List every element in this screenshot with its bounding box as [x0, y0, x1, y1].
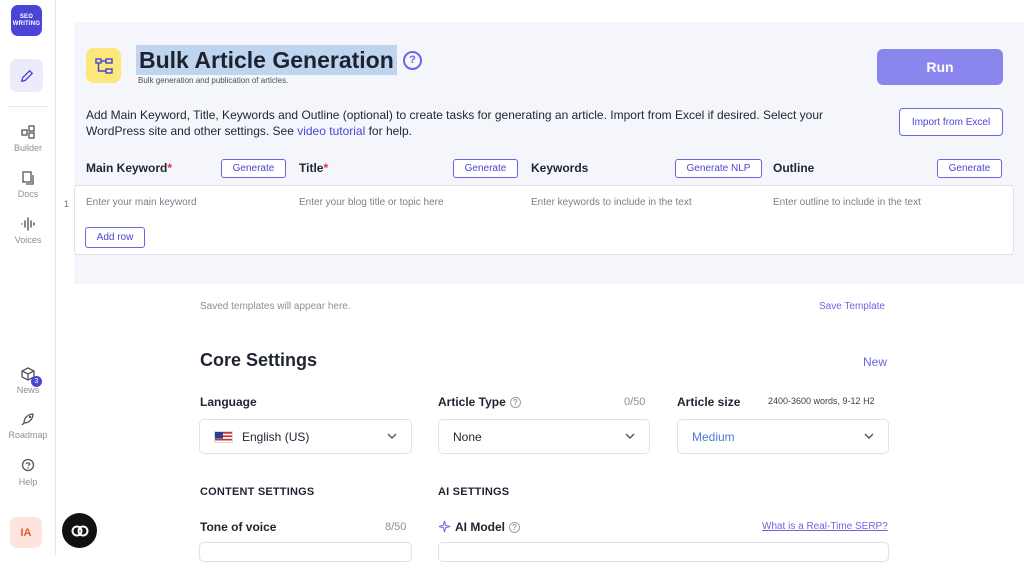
article-size-hint: 2400-3600 words, 9-12 H2 [768, 396, 875, 406]
language-select[interactable]: English (US) [199, 419, 412, 454]
sidebar-item-label: Help [18, 477, 38, 487]
sidebar-item-label: Roadmap [8, 430, 48, 440]
instructions-text: Add Main Keyword, Title, Keywords and Ou… [86, 107, 866, 139]
ai-model-text: AI Model [455, 520, 505, 534]
main-keyword-input[interactable]: Enter your main keyword [86, 197, 197, 208]
content-settings-title: CONTENT SETTINGS [200, 486, 315, 498]
sidebar: SEO WRITING Builder Docs Voices News 3 R… [0, 0, 56, 555]
outline-label: Outline [773, 161, 815, 175]
editor-button[interactable] [10, 59, 43, 92]
article-type-text: Article Type [438, 395, 506, 409]
sidebar-item-docs[interactable]: Docs [0, 170, 56, 199]
language-label: Language [200, 395, 257, 409]
main-keyword-label: Main Keyword* [86, 161, 172, 175]
real-time-serp-link[interactable]: What is a Real-Time SERP? [762, 521, 888, 532]
generate-outline-button[interactable]: Generate [937, 159, 1002, 178]
keywords-label: Keywords [531, 161, 589, 175]
ai-model-select[interactable] [438, 542, 889, 562]
bulk-generation-icon [86, 48, 121, 83]
generate-nlp-button[interactable]: Generate NLP [675, 159, 762, 178]
help-chat-icon [21, 458, 35, 472]
article-type-select[interactable]: None [438, 419, 650, 454]
ai-settings-title: AI SETTINGS [438, 486, 510, 498]
generate-main-keyword-button[interactable]: Generate [221, 159, 286, 178]
sidebar-item-help[interactable]: Help [0, 458, 56, 487]
logo-line-2: WRITING [12, 20, 41, 27]
news-count-badge: 3 [31, 376, 42, 387]
question-icon[interactable]: ? [509, 397, 521, 409]
sparkle-icon [438, 520, 451, 533]
required-marker: * [323, 161, 329, 175]
instructions-after: for help. [365, 124, 412, 138]
help-icon[interactable]: ? [403, 51, 422, 70]
sidebar-item-builder[interactable]: Builder [0, 124, 56, 153]
article-type-label: Article Type? [438, 395, 521, 409]
page-subtitle: Bulk generation and publication of artic… [138, 76, 289, 85]
app-logo[interactable]: SEO WRITING [11, 5, 42, 36]
rocket-icon [21, 413, 34, 426]
title-input[interactable]: Enter your blog title or topic here [299, 197, 444, 208]
save-template-link[interactable]: Save Template [819, 301, 885, 312]
tone-counter: 8/50 [385, 521, 407, 533]
builder-icon [21, 125, 35, 139]
sidebar-item-label: Voices [14, 235, 42, 245]
column-label: Title [299, 161, 324, 175]
article-type-value: None [453, 429, 482, 444]
sidebar-item-voices[interactable]: Voices [0, 216, 56, 245]
outline-input[interactable]: Enter outline to include in the text [773, 197, 921, 208]
import-from-excel-button[interactable]: Import from Excel [899, 108, 1003, 136]
generate-title-button[interactable]: Generate [453, 159, 518, 178]
sidebar-item-label: Docs [17, 189, 39, 199]
title-label: Title* [299, 161, 328, 175]
article-size-select[interactable]: Medium [677, 419, 889, 454]
voices-icon [21, 217, 35, 231]
row-number: 1 [64, 199, 70, 209]
chevron-down-icon [625, 433, 635, 439]
avatar[interactable]: IA [10, 517, 42, 548]
docs-icon [22, 171, 34, 185]
add-row-button[interactable]: Add row [85, 227, 145, 248]
article-size-value: Medium [692, 429, 735, 444]
chevron-down-icon [864, 433, 874, 439]
video-tutorial-link[interactable]: video tutorial [297, 124, 365, 138]
sidebar-item-label: Builder [13, 143, 42, 153]
ai-model-label: AI Model? [438, 520, 520, 534]
language-value: English (US) [242, 429, 310, 444]
run-button[interactable]: Run [877, 49, 1003, 85]
page-title: Bulk Article Generation [136, 45, 397, 75]
core-settings-title: Core Settings [200, 350, 318, 370]
logo-line-1: SEO [19, 13, 34, 20]
support-chat-button[interactable] [62, 513, 97, 548]
sidebar-item-news[interactable]: News [0, 366, 56, 395]
pencil-icon [20, 69, 33, 82]
new-settings-link[interactable]: New [863, 355, 887, 369]
keywords-input[interactable]: Enter keywords to include in the text [531, 197, 692, 208]
chevron-down-icon [387, 433, 397, 439]
tone-of-voice-label: Tone of voice [200, 520, 277, 534]
task-rows-table [74, 185, 1014, 255]
us-flag-icon [214, 430, 233, 443]
required-marker: * [167, 161, 173, 175]
tone-of-voice-input[interactable] [199, 542, 412, 562]
article-type-counter: 0/50 [624, 396, 646, 408]
templates-empty-text: Saved templates will appear here. [200, 301, 351, 312]
sidebar-divider [8, 106, 48, 107]
question-icon[interactable]: ? [509, 522, 520, 534]
column-label: Main Keyword [86, 161, 168, 175]
article-size-label: Article size [677, 395, 741, 409]
chat-icon [71, 525, 88, 536]
instructions-before: Add Main Keyword, Title, Keywords and Ou… [86, 108, 824, 138]
sidebar-item-roadmap[interactable]: Roadmap [0, 411, 56, 440]
